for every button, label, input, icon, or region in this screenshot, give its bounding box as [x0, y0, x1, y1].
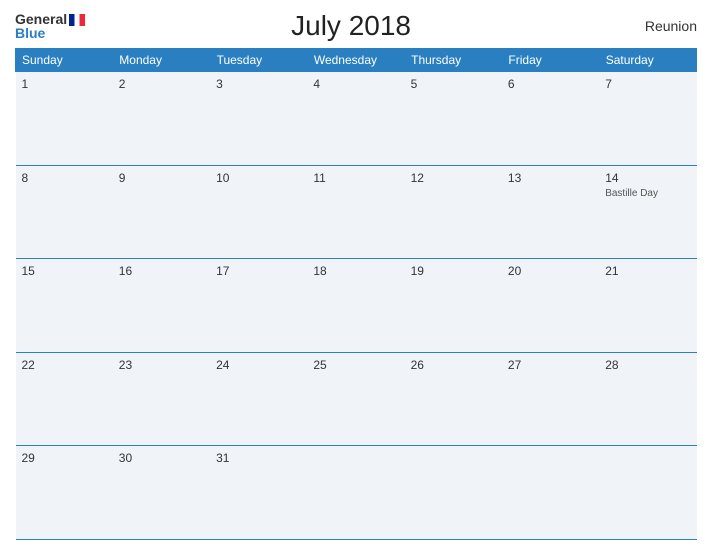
weekday-header-friday: Friday: [502, 49, 599, 72]
logo-general-text: General: [15, 12, 85, 26]
weekday-header-thursday: Thursday: [405, 49, 502, 72]
logo-blue-text: Blue: [15, 26, 45, 40]
day-number: 13: [508, 171, 593, 185]
day-number: 11: [313, 171, 398, 185]
day-number: 1: [22, 77, 107, 91]
day-number: 20: [508, 264, 593, 278]
day-number: 31: [216, 451, 301, 465]
event-label: Bastille Day: [605, 188, 690, 199]
calendar-cell: 28: [599, 352, 696, 446]
day-number: 25: [313, 358, 398, 372]
calendar-cell: 31: [210, 446, 307, 540]
calendar-cell: 13: [502, 165, 599, 259]
calendar-cell: 10: [210, 165, 307, 259]
calendar-cell: 12: [405, 165, 502, 259]
day-number: 7: [605, 77, 690, 91]
calendar-week-row: 22 23 24 25 26 27 28: [16, 352, 697, 446]
day-number: 12: [411, 171, 496, 185]
day-number: 23: [119, 358, 204, 372]
day-number: 24: [216, 358, 301, 372]
calendar-cell: 15: [16, 259, 113, 353]
calendar-week-row: 29 30 31: [16, 446, 697, 540]
calendar-cell: [599, 446, 696, 540]
day-number: 28: [605, 358, 690, 372]
day-number: 29: [22, 451, 107, 465]
calendar-cell: 26: [405, 352, 502, 446]
calendar-cell: 1: [16, 72, 113, 166]
day-number: 15: [22, 264, 107, 278]
calendar-cell: 25: [307, 352, 404, 446]
day-number: 3: [216, 77, 301, 91]
calendar-cell: 27: [502, 352, 599, 446]
calendar-cell: 14 Bastille Day: [599, 165, 696, 259]
flag-icon: [69, 14, 85, 26]
day-number: 30: [119, 451, 204, 465]
calendar-cell: 21: [599, 259, 696, 353]
calendar-cell: 7: [599, 72, 696, 166]
calendar-cell: 11: [307, 165, 404, 259]
day-number: 6: [508, 77, 593, 91]
calendar-cell: 30: [113, 446, 210, 540]
calendar-cell: 20: [502, 259, 599, 353]
calendar-cell: 17: [210, 259, 307, 353]
calendar-cell: [502, 446, 599, 540]
day-number: 9: [119, 171, 204, 185]
calendar-cell: 4: [307, 72, 404, 166]
region-label: Reunion: [617, 18, 697, 34]
logo: General Blue: [15, 12, 85, 40]
weekday-header-wednesday: Wednesday: [307, 49, 404, 72]
day-number: 19: [411, 264, 496, 278]
day-number: 16: [119, 264, 204, 278]
calendar-cell: 16: [113, 259, 210, 353]
page-header: General Blue July 2018 Reunion: [15, 10, 697, 42]
day-number: 5: [411, 77, 496, 91]
calendar-week-row: 15 16 17 18 19 20 21: [16, 259, 697, 353]
calendar-cell: 6: [502, 72, 599, 166]
calendar-cell: 3: [210, 72, 307, 166]
calendar-cell: 9: [113, 165, 210, 259]
weekday-header-saturday: Saturday: [599, 49, 696, 72]
calendar-cell: 5: [405, 72, 502, 166]
calendar-cell: [405, 446, 502, 540]
calendar-cell: 22: [16, 352, 113, 446]
calendar-title: July 2018: [291, 10, 411, 42]
day-number: 22: [22, 358, 107, 372]
calendar-week-row: 89 10 11 12 13 14 Bastille Day: [16, 165, 697, 259]
day-number: 10: [216, 171, 301, 185]
weekday-header-tuesday: Tuesday: [210, 49, 307, 72]
calendar-cell: 29: [16, 446, 113, 540]
calendar-cell: 2: [113, 72, 210, 166]
day-number: 2: [119, 77, 204, 91]
day-number: 14: [605, 171, 690, 185]
calendar-cell: 23: [113, 352, 210, 446]
day-number: 27: [508, 358, 593, 372]
calendar-cell: 19: [405, 259, 502, 353]
day-number: 21: [605, 264, 690, 278]
day-number: 8: [22, 171, 107, 185]
weekday-header-sunday: Sunday: [16, 49, 113, 72]
day-number: 17: [216, 264, 301, 278]
calendar-week-row: 1234567: [16, 72, 697, 166]
day-number: 18: [313, 264, 398, 278]
calendar-cell: 24: [210, 352, 307, 446]
calendar-cell: 18: [307, 259, 404, 353]
calendar-table: SundayMondayTuesdayWednesdayThursdayFrid…: [15, 48, 697, 540]
day-number: 4: [313, 77, 398, 91]
day-number: 26: [411, 358, 496, 372]
weekday-header-row: SundayMondayTuesdayWednesdayThursdayFrid…: [16, 49, 697, 72]
calendar-cell: 8: [16, 165, 113, 259]
weekday-header-monday: Monday: [113, 49, 210, 72]
calendar-cell: [307, 446, 404, 540]
